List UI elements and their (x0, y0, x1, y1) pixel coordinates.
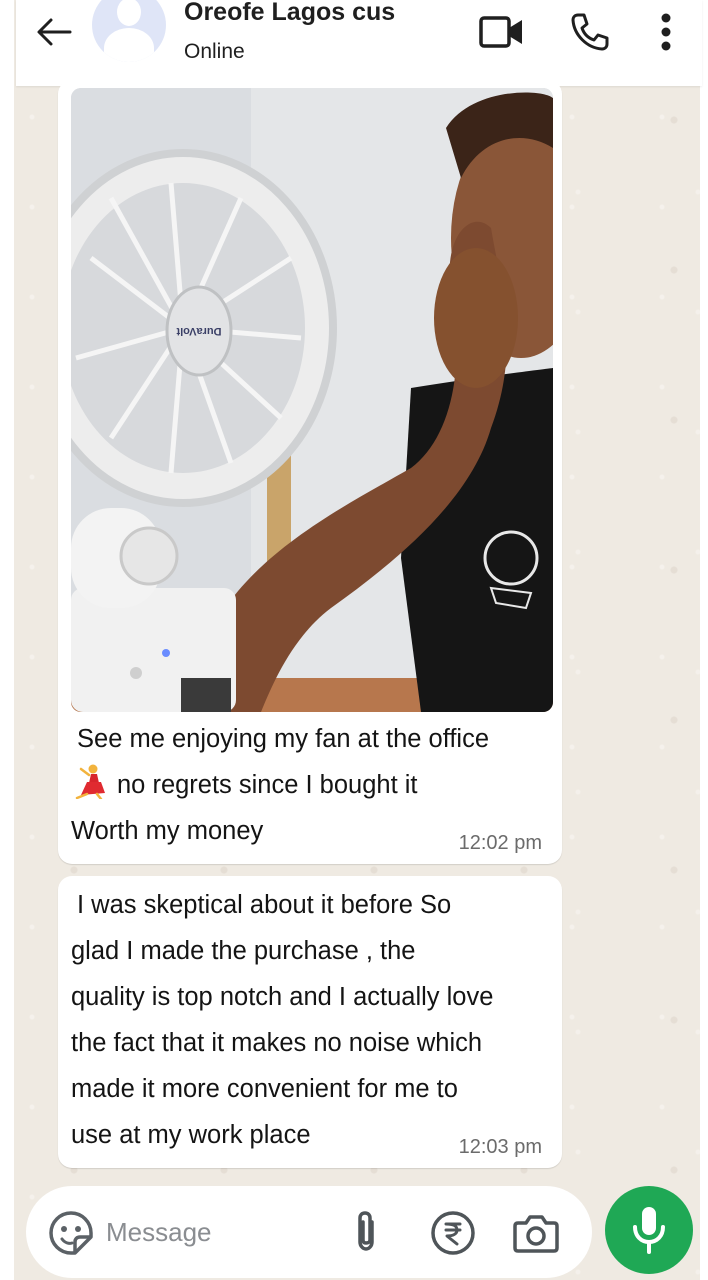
screen-edge-right (700, 0, 708, 1280)
svg-text:DuraVolt: DuraVolt (176, 325, 221, 337)
dancer-emoji-icon (75, 764, 105, 799)
more-options-button[interactable] (646, 10, 686, 54)
avatar-shoulders-shape (104, 28, 154, 62)
avatar[interactable] (92, 0, 166, 62)
phone-icon (571, 13, 609, 51)
contact-status: Online (184, 40, 245, 63)
message-line-4: the fact that it makes no noise which (71, 1029, 483, 1057)
emoji-button[interactable] (48, 1210, 94, 1256)
sticker-emoji-icon (49, 1211, 93, 1255)
message-line-1: I was skeptical about it before So (77, 891, 452, 919)
camera-icon (513, 1215, 559, 1253)
message-bubble-image[interactable]: DuraVolt See me enjoying my fan at the o… (58, 80, 562, 864)
caption-line-2-text: no regrets since I bought it (117, 771, 418, 799)
message-time-2: 12:03 pm (458, 1136, 542, 1158)
video-call-button[interactable] (478, 10, 526, 54)
photo-fan-illustration: DuraVolt (71, 88, 553, 712)
message-input[interactable] (106, 1212, 346, 1252)
message-line-6: use at my work place (71, 1121, 311, 1149)
back-button[interactable] (34, 12, 74, 52)
rupee-payment-icon (431, 1211, 475, 1255)
message-photo[interactable]: DuraVolt (71, 88, 553, 712)
video-call-icon (479, 16, 522, 48)
camera-button[interactable] (512, 1210, 560, 1256)
message-body: I was skeptical about it before So glad … (71, 882, 493, 1158)
attach-button[interactable] (348, 1208, 384, 1256)
microphone-icon (633, 1207, 665, 1254)
message-line-2: glad I made the purchase , the (71, 937, 416, 965)
message-time-1: 12:02 pm (458, 832, 542, 854)
more-vert-icon (661, 13, 671, 51)
message-line-3: quality is top notch and I actually love (71, 983, 494, 1011)
message-caption: See me enjoying my fan at the office no … (71, 716, 489, 854)
payment-button[interactable] (430, 1210, 476, 1256)
screen-edge-left (0, 0, 14, 1280)
caption-line-3: Worth my money (71, 817, 264, 845)
voice-message-button[interactable] (605, 1186, 693, 1274)
caption-line-1: See me enjoying my fan at the office (77, 725, 490, 753)
paperclip-icon (358, 1211, 374, 1251)
voice-call-button[interactable] (566, 10, 614, 54)
message-line-5: made it more convenient for me to (71, 1075, 458, 1103)
message-bubble-text[interactable]: I was skeptical about it before So glad … (58, 876, 562, 1168)
back-arrow-icon (37, 18, 72, 46)
chat-header: Oreofe Lagos cus Online (16, 0, 702, 86)
avatar-head-shape (117, 0, 141, 26)
message-composer (26, 1186, 592, 1278)
contact-name[interactable]: Oreofe Lagos cus (184, 0, 395, 27)
caption-line-2: no regrets since I bought it (71, 762, 489, 808)
